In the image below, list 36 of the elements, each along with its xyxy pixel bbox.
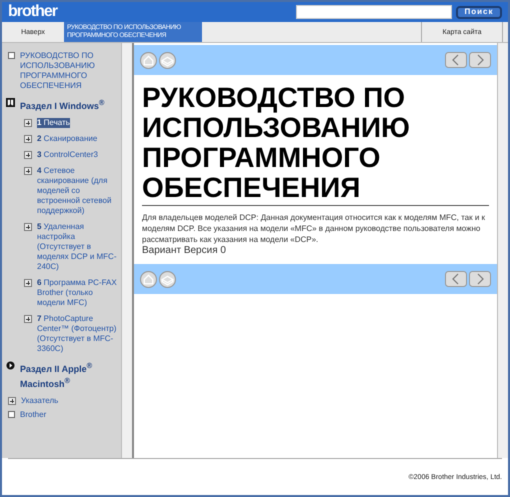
expand-icon[interactable] xyxy=(24,223,32,231)
page-icon xyxy=(8,411,15,418)
expand-icon[interactable] xyxy=(24,315,32,323)
page-icon xyxy=(8,52,15,59)
search-button[interactable]: Поиск xyxy=(456,6,502,18)
sidebar-link[interactable]: Раздел II Apple$^{®}$ Macintosh$^{®}$ xyxy=(20,360,121,390)
sidebar-link[interactable]: 7 PhotoCapture Center™ (Фотоцентр) (Отсутствует в MFC-3360C) xyxy=(37,314,119,354)
expand-icon[interactable] xyxy=(8,397,16,405)
sidebar-link[interactable]: 4 Сетевое сканирование (для моделей со встроенной сетевой поддержкой) xyxy=(37,166,119,216)
expand-icon[interactable] xyxy=(24,135,32,143)
expand-icon[interactable] xyxy=(24,119,32,127)
sidebar-link[interactable]: Указатель xyxy=(21,396,58,406)
expand-icon[interactable] xyxy=(24,279,32,287)
printer-icon[interactable] xyxy=(159,52,176,68)
sidebar-link[interactable]: 3 ControlCenter3 xyxy=(37,150,98,160)
expand-icon[interactable] xyxy=(24,167,32,175)
sidebar-link[interactable]: 6 Программа PC-FAX Brother (только модели MFC) xyxy=(37,278,119,308)
brand-logo: brother xyxy=(8,3,58,21)
printer-icon[interactable] xyxy=(159,270,176,288)
sidebar-link[interactable]: 1 Печать xyxy=(37,118,70,128)
sidebar-link[interactable]: Раздел I Windows$^{®}$ xyxy=(20,97,104,112)
scrollbar[interactable] xyxy=(497,43,508,458)
page-title: РУКОВОДСТВО ПО ИСПОЛЬЗОВАНИЮ ПРОГРАММНОГО ОБЕСПЕЧЕНИЯ xyxy=(142,83,489,206)
sidebar-link[interactable]: 2 Сканирование xyxy=(37,134,98,144)
open-book-icon[interactable] xyxy=(6,98,15,107)
sidebar-link[interactable]: РУКОВОДСТВО ПО ИСПОЛЬЗОВАНИЮ ПРОГРАММНОГО ОБЕСПЕЧЕНИЯ xyxy=(20,51,121,91)
version-text: Вариант Версия 0 xyxy=(142,245,227,256)
closed-book-icon[interactable] xyxy=(6,361,15,370)
sidebar-link[interactable]: Brother xyxy=(20,410,46,420)
sidebar-link[interactable]: 5 Удаленная настройка (Отсутствует в моделях DCP и MFC-240C) xyxy=(37,222,119,272)
expand-icon[interactable] xyxy=(24,151,32,159)
home-icon[interactable] xyxy=(140,52,157,68)
scrollbar[interactable] xyxy=(121,43,132,458)
note-text: Для владельцев моделей DCP: Данная документация относится как к моделям MFC, так и к моделям DCP. Все указания на модели «MFC» в данном руководстве пользователя можно рассматривать как указания на модели «DCP». xyxy=(142,212,486,245)
home-icon[interactable] xyxy=(140,270,157,288)
search-field[interactable] xyxy=(296,5,452,19)
